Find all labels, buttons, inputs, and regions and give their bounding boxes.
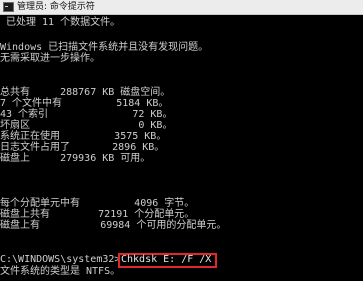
prompt: C:\WINDOWS\system32>: [0, 254, 121, 265]
command-prompt-window: 管理员: 命令提示符 已处理 11 个数据文件。 Windows 已扫描文件系统…: [0, 0, 363, 281]
console-line: 文件系统的类型是 NTFS。: [0, 266, 121, 277]
console-output[interactable]: 已处理 11 个数据文件。 Windows 已扫描文件系统并且没有发现问题。 无…: [0, 15, 363, 281]
title-bar[interactable]: 管理员: 命令提示符: [0, 0, 363, 15]
window-title: 管理员: 命令提示符: [17, 2, 95, 12]
console-line: 无需采取进一步操作。: [0, 53, 100, 64]
console-line: 磁盘上 279936 KB 可用。: [0, 153, 151, 164]
console-line: 磁盘上有 69984 个可用的分配单元。: [0, 220, 227, 231]
console-line: 已处理 11 个数据文件。: [0, 17, 121, 28]
console-icon: [3, 2, 14, 12]
command-input[interactable]: Chkdsk E: /F /X: [121, 254, 211, 266]
